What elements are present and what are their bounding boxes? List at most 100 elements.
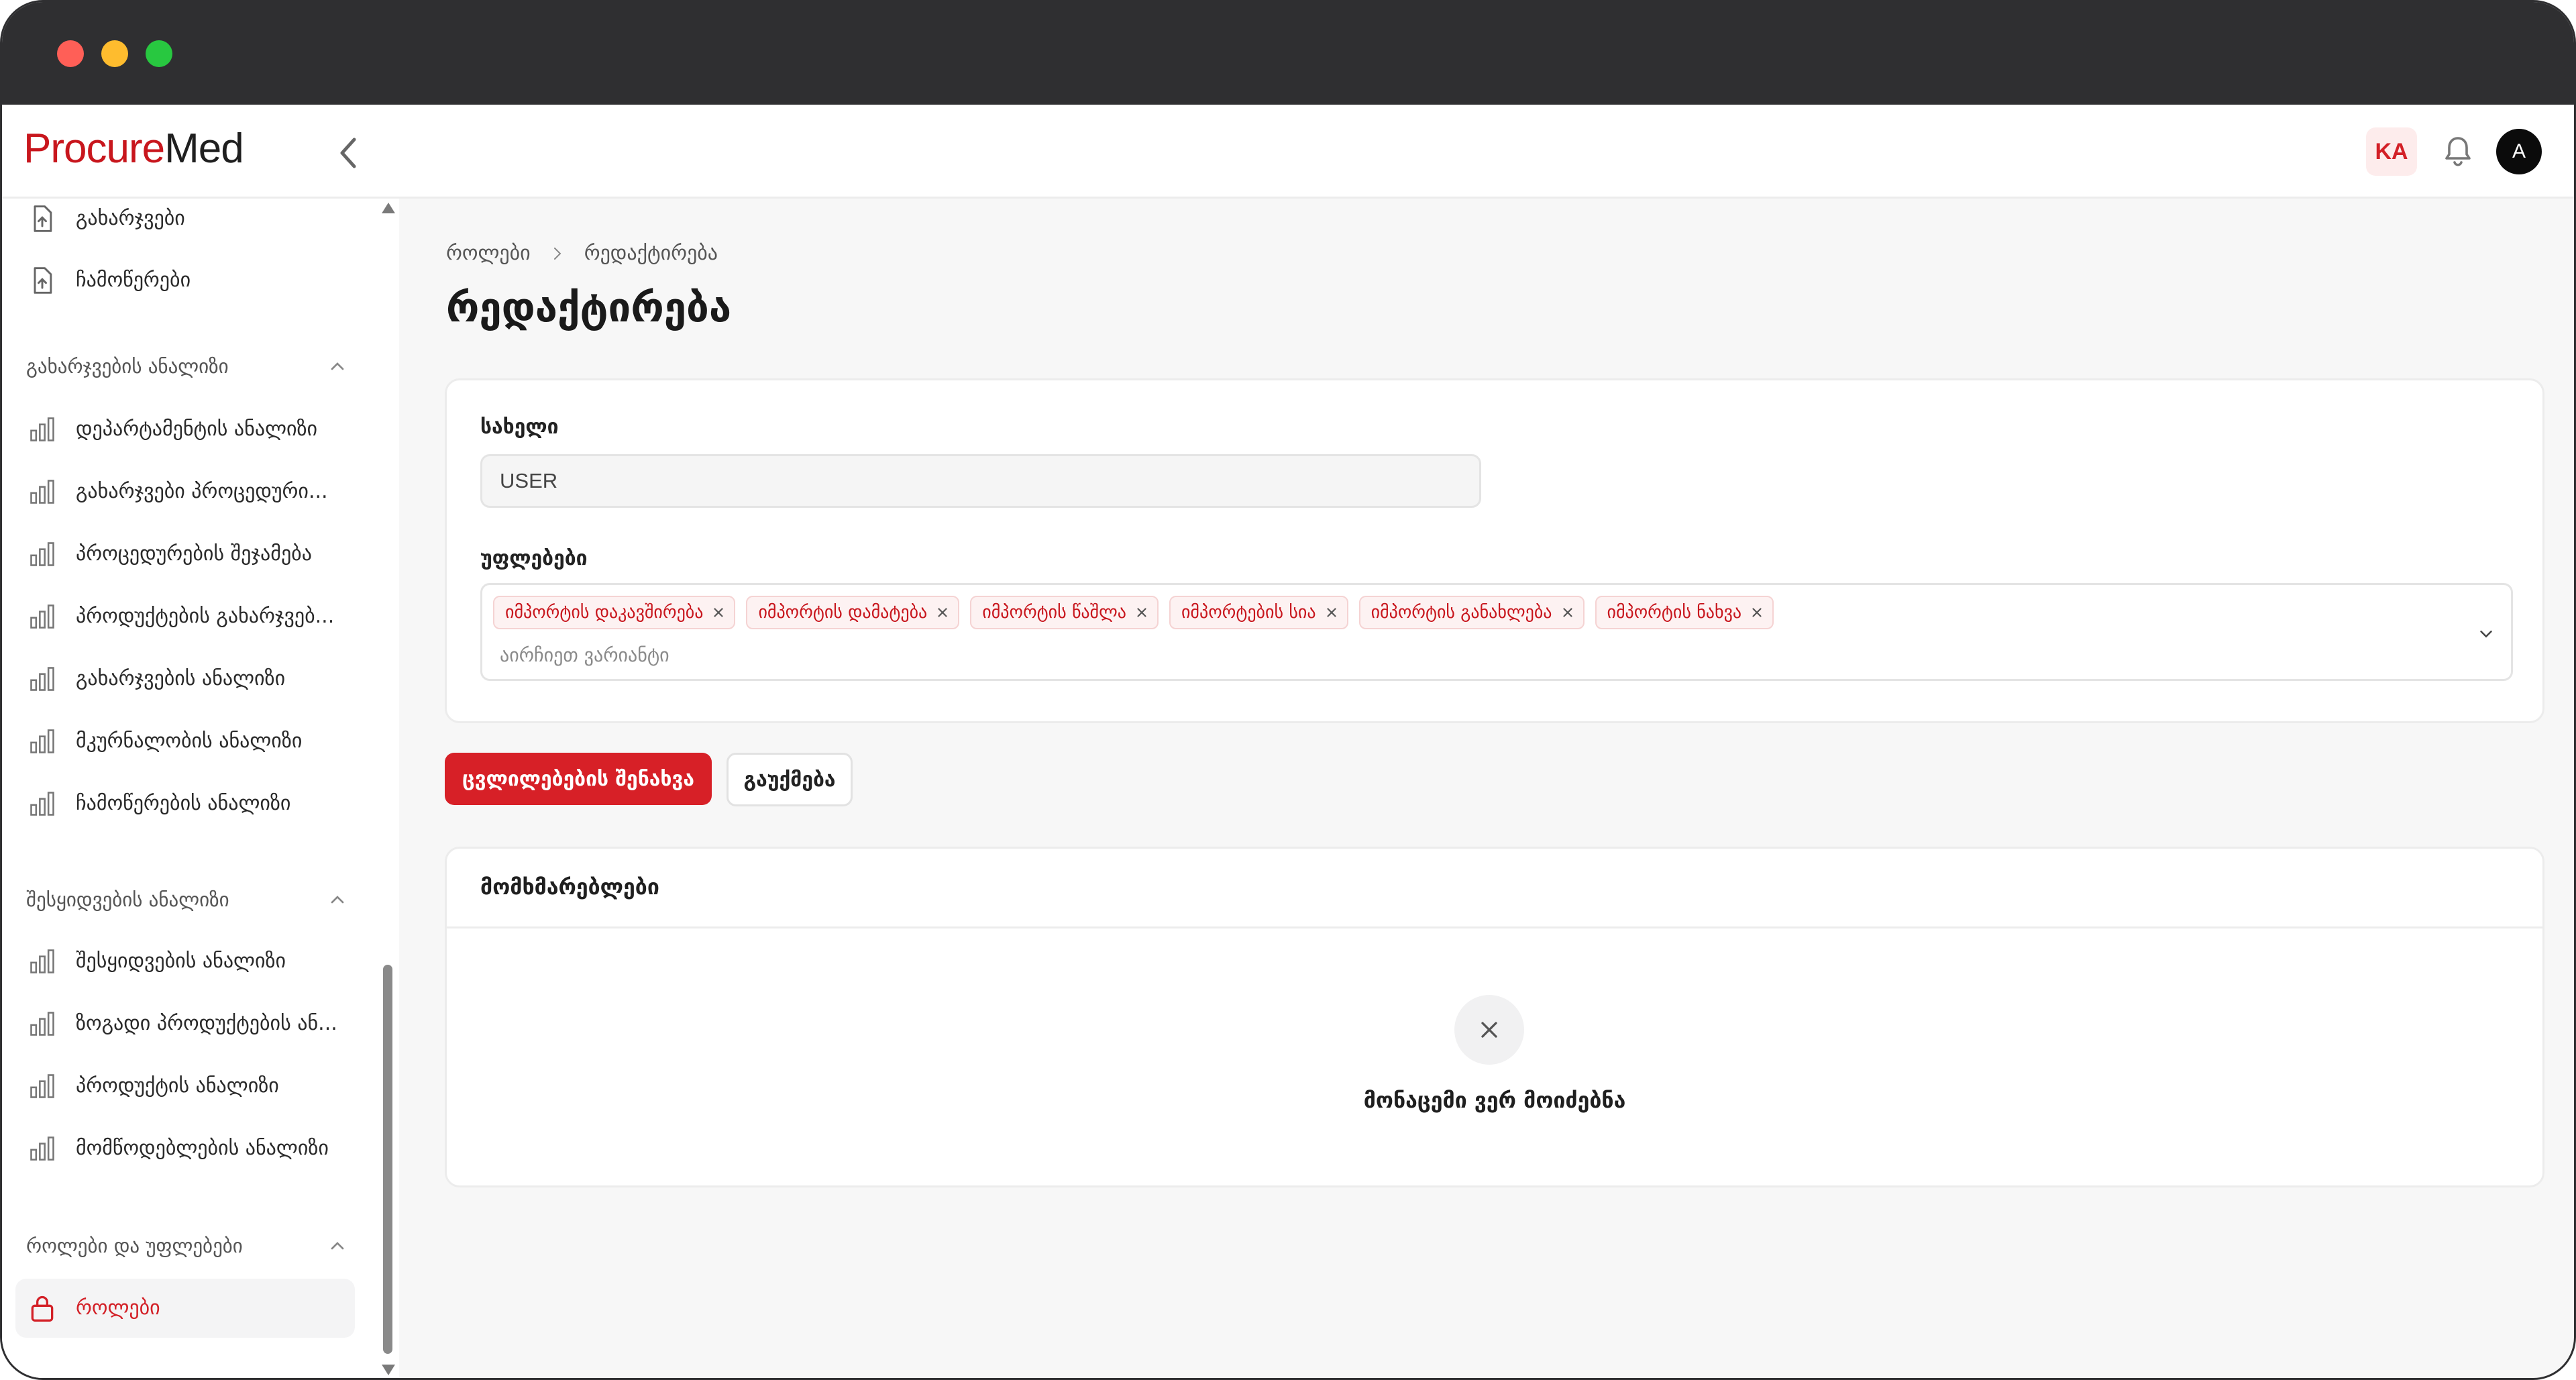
maximize-window-button[interactable] [146, 40, 172, 67]
sidebar-item-label: ჩამოწერების ანალიზი [76, 792, 291, 815]
permissions-placeholder: აირჩიეთ ვარიანტი [500, 644, 669, 666]
window-titlebar [2, 2, 2574, 105]
chevron-down-icon[interactable] [2476, 624, 2496, 644]
chevron-up-icon [331, 362, 344, 370]
sidebar-item-label: გახარჯვები [76, 207, 185, 230]
minimize-window-button[interactable] [101, 40, 128, 67]
sidebar-item-product-expenses[interactable]: პროდუქტების გახარჯვებ... [15, 587, 355, 646]
remove-chip-icon[interactable] [1324, 605, 1339, 620]
remove-chip-icon[interactable] [1560, 605, 1575, 620]
sidebar-item-product-analysis[interactable]: პროდუქტის ანალიზი [15, 1057, 355, 1116]
sidebar-item-roles[interactable]: როლები [15, 1279, 355, 1338]
sidebar-item-writeoffs[interactable]: ჩამოწერები [15, 251, 355, 310]
permission-chip: იმპორტების სია [1169, 596, 1348, 629]
sidebar-item-label: მკურნალობის ანალიზი [76, 729, 303, 753]
permission-chips: იმპორტის დაკავშირება იმპორტის დამატება ი… [493, 596, 1774, 629]
sidebar-item-label: დეპარტამენტის ანალიზი [76, 417, 318, 441]
sidebar-collapse-icon[interactable] [335, 134, 362, 172]
breadcrumb-roles-link[interactable]: როლები [446, 242, 531, 265]
users-section-title: მომხმარებლები [480, 874, 659, 900]
permission-chip: იმპორტის ნახვა [1595, 596, 1774, 629]
permissions-field-label: უფლებები [480, 547, 588, 570]
sidebar-item-expense-analysis[interactable]: გახარჯვების ანალიზი [15, 649, 355, 708]
sidebar-item-label: შესყიდვების ანალიზი [76, 949, 286, 973]
empty-state-text: მონაცემი ვერ მოიძებნა [1363, 1087, 1626, 1113]
save-changes-button[interactable]: ცვლილებების შენახვა [445, 753, 712, 805]
notifications-bell-icon[interactable] [2441, 134, 2475, 169]
sidebar: გახარჯვები ჩამოწერები გახარჯვების ანალიზ… [2, 199, 399, 1378]
close-icon [1481, 1022, 1497, 1038]
app-window: ProcureMed KA A გახარჯვები ჩამოწერები გა… [0, 0, 2576, 1380]
lock-icon [31, 1295, 54, 1322]
sidebar-item-department-analysis[interactable]: დეპარტამენტის ანალიზი [15, 400, 355, 459]
sidebar-item-supplier-analysis[interactable]: მომწოდებლების ანალიზი [15, 1119, 355, 1178]
sidebar-item-procedure-summary[interactable]: პროცედურების შეჯამება [15, 525, 355, 584]
sidebar-item-label: პროდუქტების გახარჯვებ... [76, 604, 335, 628]
scroll-down-arrow-icon[interactable] [382, 1365, 395, 1375]
permission-chip: იმპორტის დაკავშირება [493, 596, 736, 629]
bar-chart-icon [30, 1136, 54, 1161]
scrollbar-thumb[interactable] [383, 965, 392, 1354]
chip-label: იმპორტის განახლება [1371, 602, 1552, 623]
permissions-multiselect[interactable]: იმპორტის დაკავშირება იმპორტის დამატება ი… [480, 583, 2513, 681]
sidebar-item-label: პროდუქტის ანალიზი [76, 1074, 279, 1098]
chip-label: იმპორტის დაკავშირება [505, 602, 704, 623]
bar-chart-icon [30, 417, 54, 441]
sidebar-item-expenses[interactable]: გახარჯვები [15, 199, 355, 248]
name-input[interactable]: USER [480, 454, 1481, 508]
bar-chart-icon [30, 729, 54, 753]
sidebar-item-expenses-procedure[interactable]: გახარჯვები პროცედური... [15, 462, 355, 521]
bar-chart-icon [30, 480, 54, 504]
sidebar-scrollbar[interactable] [379, 199, 396, 1378]
sidebar-item-label: როლები [76, 1296, 160, 1320]
chevron-up-icon [331, 896, 344, 904]
breadcrumb-current: რედაქტირება [584, 242, 718, 265]
language-switch-button[interactable]: KA [2366, 127, 2417, 176]
sidebar-item-general-products[interactable]: ზოგადი პროდუქტების ან... [15, 994, 355, 1053]
page-title: რედაქტირება [446, 284, 732, 331]
name-field-label: სახელი [480, 415, 559, 439]
sidebar-item-purchase-analysis[interactable]: შესყიდვების ანალიზი [15, 932, 355, 991]
empty-state-icon [1454, 995, 1524, 1065]
remove-chip-icon[interactable] [1134, 605, 1149, 620]
sidebar-group-title: როლები და უფლებები [26, 1234, 243, 1257]
breadcrumb: როლები რედაქტირება [446, 242, 718, 265]
bar-chart-icon [30, 604, 54, 629]
chip-label: იმპორტის წაშლა [982, 602, 1126, 623]
remove-chip-icon[interactable] [935, 605, 950, 620]
top-navbar: ProcureMed KA A [2, 105, 2574, 199]
cancel-button[interactable]: გაუქმება [727, 753, 853, 806]
bar-chart-icon [30, 949, 54, 973]
bar-chart-icon [30, 542, 54, 566]
app-logo[interactable]: ProcureMed [23, 125, 244, 172]
sidebar-item-writeoff-analysis[interactable]: ჩამოწერების ანალიზი [15, 774, 355, 833]
bar-chart-icon [30, 1074, 54, 1098]
sidebar-item-label: მომწოდებლების ანალიზი [76, 1136, 329, 1160]
user-avatar[interactable]: A [2496, 129, 2542, 174]
close-window-button[interactable] [57, 40, 84, 67]
main-content: როლები რედაქტირება რედაქტირება სახელი US… [399, 199, 2574, 1378]
sidebar-group-purchase-analysis[interactable]: შესყიდვების ანალიზი [26, 880, 348, 920]
sidebar-item-label: ზოგადი პროდუქტების ან... [76, 1012, 337, 1035]
sidebar-group-expense-analysis[interactable]: გახარჯვების ანალიზი [26, 346, 348, 386]
file-upload-icon [34, 205, 52, 232]
bar-chart-icon [30, 1012, 54, 1036]
remove-chip-icon[interactable] [711, 605, 726, 620]
chevron-up-icon [331, 1242, 344, 1250]
bar-chart-icon [30, 667, 54, 691]
users-card: მომხმარებლები მონაცემი ვერ მოიძებნა [445, 847, 2544, 1187]
sidebar-item-label: გახარჯვების ანალიზი [76, 667, 286, 690]
permission-chip: იმპორტის წაშლა [970, 596, 1159, 629]
file-upload-icon [34, 267, 52, 294]
sidebar-item-treatment-analysis[interactable]: მკურნალობის ანალიზი [15, 712, 355, 771]
sidebar-group-title: შესყიდვების ანალიზი [26, 888, 229, 911]
sidebar-item-label: ჩამოწერები [76, 268, 191, 292]
sidebar-group-roles-permissions[interactable]: როლები და უფლებები [26, 1226, 348, 1266]
scroll-up-arrow-icon[interactable] [382, 203, 395, 213]
chip-label: იმპორტების სია [1181, 602, 1316, 623]
remove-chip-icon[interactable] [1750, 605, 1764, 620]
sidebar-item-label: პროცედურების შეჯამება [76, 542, 312, 566]
chip-label: იმპორტის ნახვა [1607, 602, 1742, 623]
permission-chip: იმპორტის დამატება [746, 596, 960, 629]
divider [447, 926, 2542, 928]
